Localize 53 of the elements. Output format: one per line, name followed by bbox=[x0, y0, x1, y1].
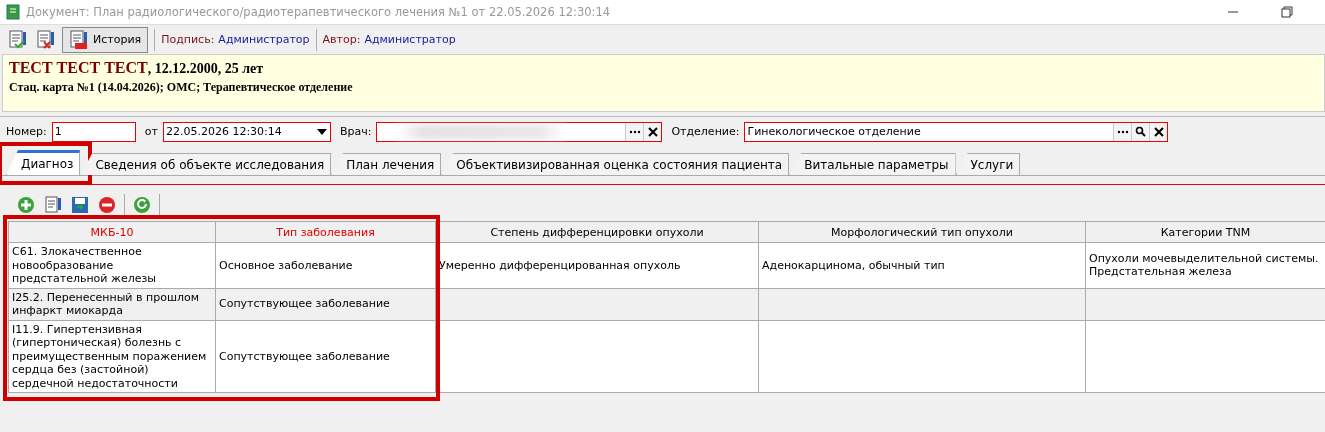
table-cell: Опухоли мочевыделительной системы. Предстательная железа bbox=[1086, 243, 1325, 289]
restore-icon[interactable] bbox=[1281, 6, 1293, 18]
author-label: Автор: bbox=[322, 33, 361, 46]
tab[interactable]: Объективизированная оценка состояния пациента bbox=[441, 153, 790, 175]
table-cell: Сопутствующее заболевание bbox=[216, 320, 436, 393]
date-field[interactable]: 22.05.2026 12:30:14 bbox=[162, 121, 331, 142]
column-header: МКБ-10 bbox=[9, 221, 216, 243]
doctor-field[interactable] bbox=[376, 121, 663, 142]
patient-name: ТЕСТ ТЕСТ ТЕСТ, 12.12.2000, 25 лет bbox=[9, 59, 265, 77]
table-cell: Сопутствующее заболевание bbox=[216, 288, 436, 321]
department-field[interactable]: Гинекологическое отделение bbox=[744, 121, 1169, 142]
signature-label: Подпись: bbox=[161, 33, 215, 46]
tab[interactable]: Витальные параметры bbox=[789, 153, 956, 175]
column-header: Категории TNM bbox=[1086, 221, 1325, 243]
number-field[interactable]: 1 bbox=[51, 121, 136, 142]
close-icon bbox=[1153, 126, 1164, 137]
tab[interactable]: Диагноз bbox=[6, 150, 81, 175]
document-log-icon bbox=[69, 29, 89, 50]
author-value: Администратор bbox=[364, 33, 456, 46]
date-label: от bbox=[144, 125, 158, 138]
number-label: Номер: bbox=[6, 125, 47, 138]
table-cell: Основное заболевание bbox=[216, 243, 436, 289]
table-cell: I25.2. Перенесенный в прошлом инфаркт миокарда bbox=[9, 288, 216, 321]
column-header: Тип заболевания bbox=[216, 221, 436, 243]
window-title: Документ: План радиологического/радиотерапевтического лечения №1 от 22.05.2026 12:30:14 bbox=[26, 5, 612, 19]
table-cell: I11.9. Гипертензивная (гипертоническая) болезнь с преимущественным поражением сердца без (застойной) сердечной недостаточности bbox=[9, 320, 216, 393]
search-button[interactable] bbox=[1131, 122, 1150, 141]
close-icon bbox=[647, 126, 658, 137]
table-cell: C61. Злокачественное новообразование предстательной железы bbox=[9, 243, 216, 289]
ellipsis-icon bbox=[1116, 129, 1129, 134]
signature-value: Администратор bbox=[218, 33, 310, 46]
tab[interactable]: План лечения bbox=[331, 153, 442, 175]
ellipsis-icon bbox=[628, 129, 641, 134]
column-header: Морфологический тип опухоли bbox=[759, 221, 1086, 243]
search-icon bbox=[1135, 126, 1147, 137]
clear-button[interactable] bbox=[643, 122, 662, 141]
browse-button[interactable] bbox=[1113, 122, 1132, 141]
minus-icon bbox=[98, 196, 116, 214]
tab[interactable]: Сведения об объекте исследования bbox=[80, 153, 332, 175]
table-cell: Аденокарцинома, обычный тип bbox=[759, 243, 1086, 289]
history-button[interactable]: История bbox=[62, 26, 149, 53]
document-icon bbox=[44, 196, 62, 214]
refresh-icon bbox=[133, 196, 151, 214]
tab[interactable]: Услуги bbox=[955, 153, 1021, 175]
doctor-label: Врач: bbox=[339, 125, 372, 138]
document-check-icon bbox=[8, 29, 28, 50]
clear-button[interactable] bbox=[1149, 122, 1168, 141]
patient-card-info: Стац. карта №1 (14.04.2026); ОМС; Терапевтическое отделение bbox=[9, 80, 354, 95]
department-label: Отделение: bbox=[671, 125, 740, 138]
browse-button[interactable] bbox=[625, 122, 644, 141]
document-cross-icon bbox=[36, 29, 56, 50]
document-icon bbox=[6, 4, 20, 20]
plus-icon bbox=[17, 196, 35, 214]
